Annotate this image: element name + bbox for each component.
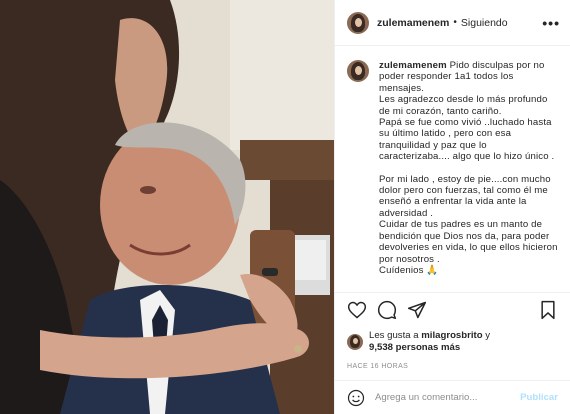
- smiley-icon[interactable]: [347, 389, 365, 407]
- comment-box: Publicar: [335, 380, 570, 414]
- caption-paragraph-1: zulemamenem Pido disculpas por no poder …: [379, 60, 558, 163]
- post-header: zulemamenem • Siguiendo •••: [335, 0, 570, 46]
- author-avatar[interactable]: [347, 11, 369, 34]
- caption-area: zulemamenem Pido disculpas por no poder …: [335, 46, 570, 292]
- likes-middle: y: [482, 330, 491, 341]
- heart-icon[interactable]: [347, 300, 367, 320]
- likes-count[interactable]: 9,538 personas más: [369, 342, 460, 353]
- comment-icon[interactable]: [377, 300, 397, 320]
- likes-prefix: Les gusta a: [369, 330, 422, 341]
- paper-plane-icon[interactable]: [407, 300, 427, 320]
- caption-text: zulemamenem Pido disculpas por no poder …: [379, 60, 558, 292]
- caption-username[interactable]: zulemamenem: [379, 60, 447, 71]
- photo-illustration: [0, 0, 334, 414]
- header-separator: •: [453, 17, 457, 28]
- instagram-post: zulemamenem • Siguiendo ••• zulemamenem …: [0, 0, 570, 414]
- publish-button[interactable]: Publicar: [520, 392, 558, 403]
- likes-text: Les gusta a milagrosbrito y 9,538 person…: [369, 330, 490, 354]
- action-bar: [335, 292, 570, 326]
- comment-input[interactable]: [375, 392, 521, 403]
- post-photo[interactable]: [0, 0, 334, 414]
- author-username[interactable]: zulemamenem: [377, 17, 449, 29]
- liker-avatar[interactable]: [347, 334, 363, 350]
- likes-row: Les gusta a milagrosbrito y 9,538 person…: [335, 326, 570, 358]
- liker-username[interactable]: milagrosbrito: [421, 330, 482, 341]
- more-options-icon[interactable]: •••: [542, 15, 560, 31]
- follow-status-button[interactable]: Siguiendo: [461, 17, 508, 29]
- caption-paragraph-2: Por mi lado , estoy de pie....con mucho …: [379, 173, 558, 276]
- caption-paragraph-1-text: Pido disculpas por no poder responder 1a…: [379, 60, 555, 163]
- post-timestamp[interactable]: HACE 16 HORAS: [335, 358, 570, 374]
- post-side-panel: zulemamenem • Siguiendo ••• zulemamenem …: [334, 0, 570, 414]
- caption-avatar[interactable]: [347, 60, 369, 82]
- bookmark-icon[interactable]: [538, 300, 558, 320]
